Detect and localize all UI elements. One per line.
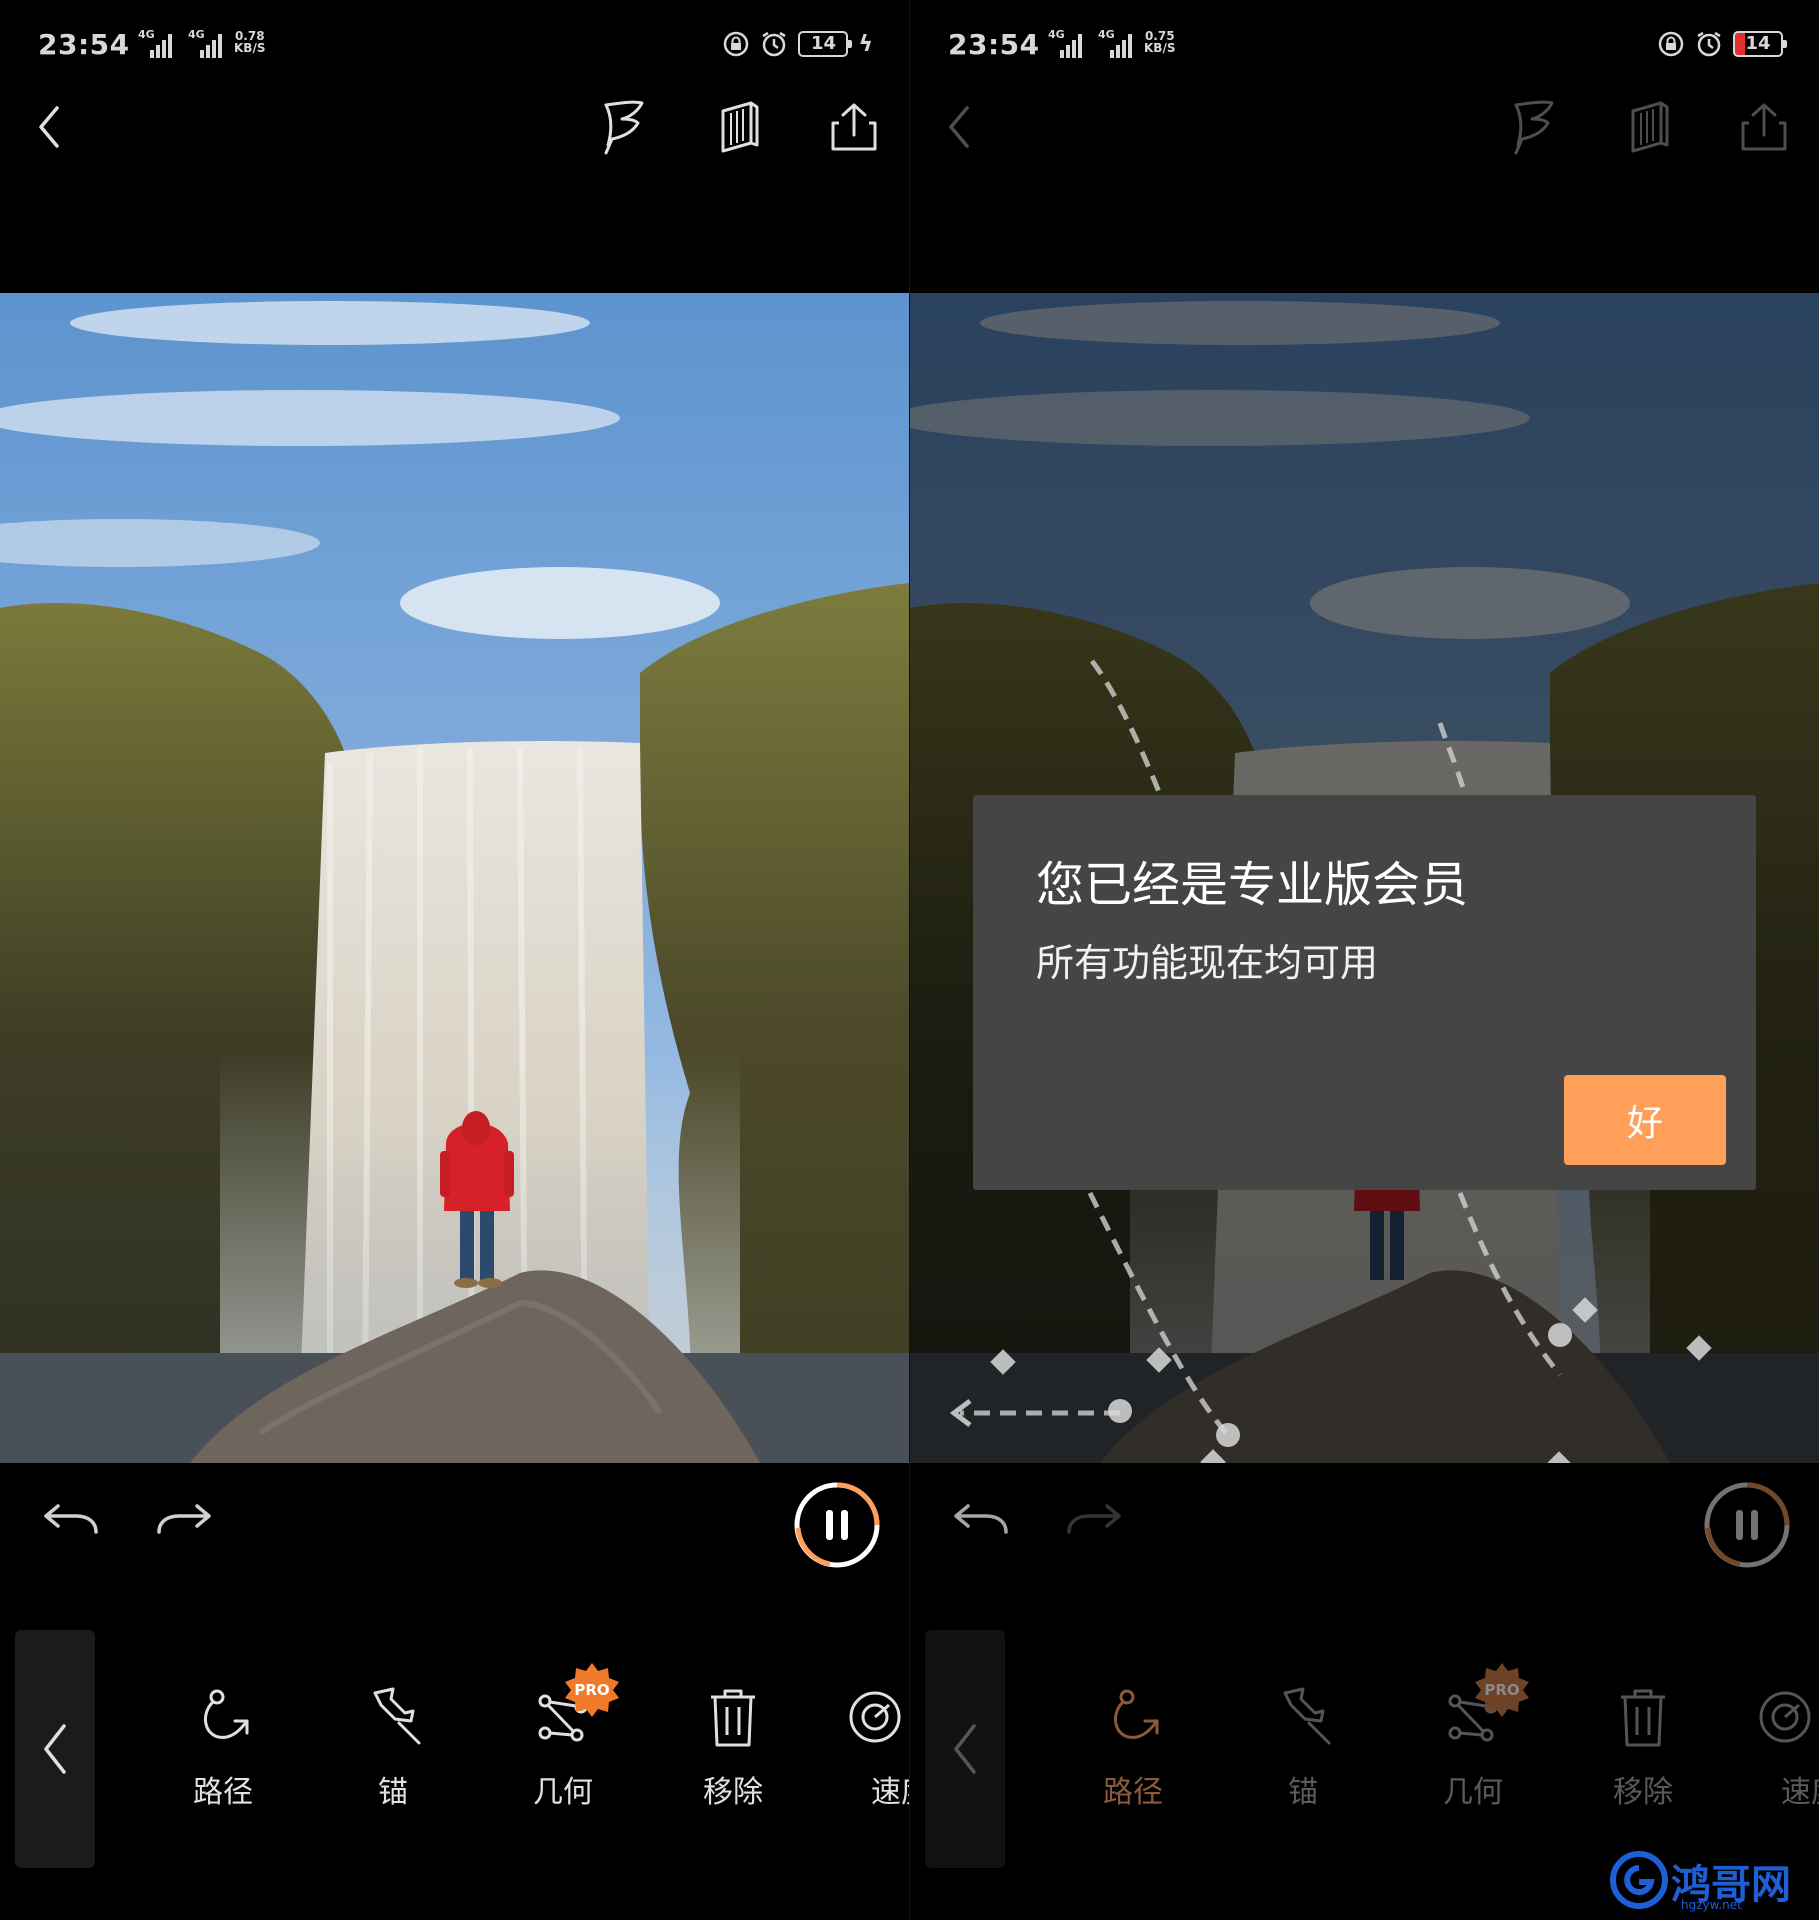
photo-canvas[interactable] xyxy=(0,293,909,1463)
tool-remove[interactable]: 移除 xyxy=(673,1685,793,1811)
editor-screen-right: 23:54 4G 4G 0.75 KB/S 14 路径 锚 PRO 几何 移除 … xyxy=(910,0,1819,1920)
tool-path[interactable]: 路径 xyxy=(163,1685,283,1811)
trash-icon xyxy=(711,1689,755,1747)
tool-anchor[interactable]: 锚 xyxy=(333,1685,453,1811)
chevron-left-icon xyxy=(39,106,59,148)
status-bar: 23:54 4G 4G 0.78 KB/S 14 ϟ xyxy=(38,22,873,68)
chevron-left-icon xyxy=(44,1724,66,1774)
network-speed: 0.78 KB/S xyxy=(234,29,266,55)
stylize-button[interactable] xyxy=(590,95,654,159)
pause-icon xyxy=(794,1482,880,1568)
redo-button[interactable] xyxy=(155,1500,215,1544)
speed-icon xyxy=(849,1691,901,1743)
top-nav xyxy=(0,95,909,165)
alarm-icon xyxy=(762,31,787,57)
watermark-logo xyxy=(1610,1851,1668,1909)
charging-icon: ϟ xyxy=(858,31,873,57)
collapse-tools-button[interactable] xyxy=(15,1630,95,1868)
lock-rotation-icon xyxy=(724,31,749,57)
pro-member-dialog: 您已经是专业版会员 所有功能现在均可用 好 xyxy=(973,795,1756,1190)
dialog-layer: 您已经是专业版会员 所有功能现在均可用 好 xyxy=(910,0,1819,1920)
undo-icon xyxy=(44,1504,98,1534)
feather-icon xyxy=(604,100,644,155)
tutorial-button[interactable] xyxy=(708,95,772,159)
dialog-message: 所有功能现在均可用 xyxy=(1036,941,1379,985)
pin-icon xyxy=(373,1687,421,1745)
status-time: 23:54 xyxy=(38,28,130,61)
playback-bar xyxy=(0,1480,909,1570)
site-watermark: 鸿哥网 hgzyw.net xyxy=(1609,1850,1809,1912)
waterfall-photo xyxy=(0,293,909,1463)
share-icon xyxy=(831,103,877,151)
redo-icon xyxy=(157,1504,211,1534)
book-icon xyxy=(721,101,759,153)
signal-icon: 4G xyxy=(188,28,224,58)
tool-speed[interactable]: 速度 xyxy=(843,1685,909,1811)
share-button[interactable] xyxy=(822,95,886,159)
editor-screen-left: 23:54 4G 4G 0.78 KB/S 14 ϟ 路径 锚 PRO 几何 移… xyxy=(0,0,909,1920)
ok-button[interactable]: 好 xyxy=(1564,1075,1726,1165)
dialog-title: 您已经是专业版会员 xyxy=(1036,857,1469,913)
tool-bar: 路径 锚 PRO 几何 移除 速 xyxy=(0,1630,909,1870)
path-icon xyxy=(204,1689,249,1739)
svg-text:PRO: PRO xyxy=(574,1681,609,1699)
battery-icon: 14 xyxy=(798,31,853,57)
undo-button[interactable] xyxy=(40,1500,100,1544)
pro-badge: PRO xyxy=(565,1663,619,1717)
back-button[interactable] xyxy=(18,95,82,159)
signal-icon: 4G xyxy=(138,28,174,58)
pause-button[interactable] xyxy=(792,1480,882,1570)
tool-geometry[interactable]: PRO 几何 xyxy=(503,1663,623,1811)
